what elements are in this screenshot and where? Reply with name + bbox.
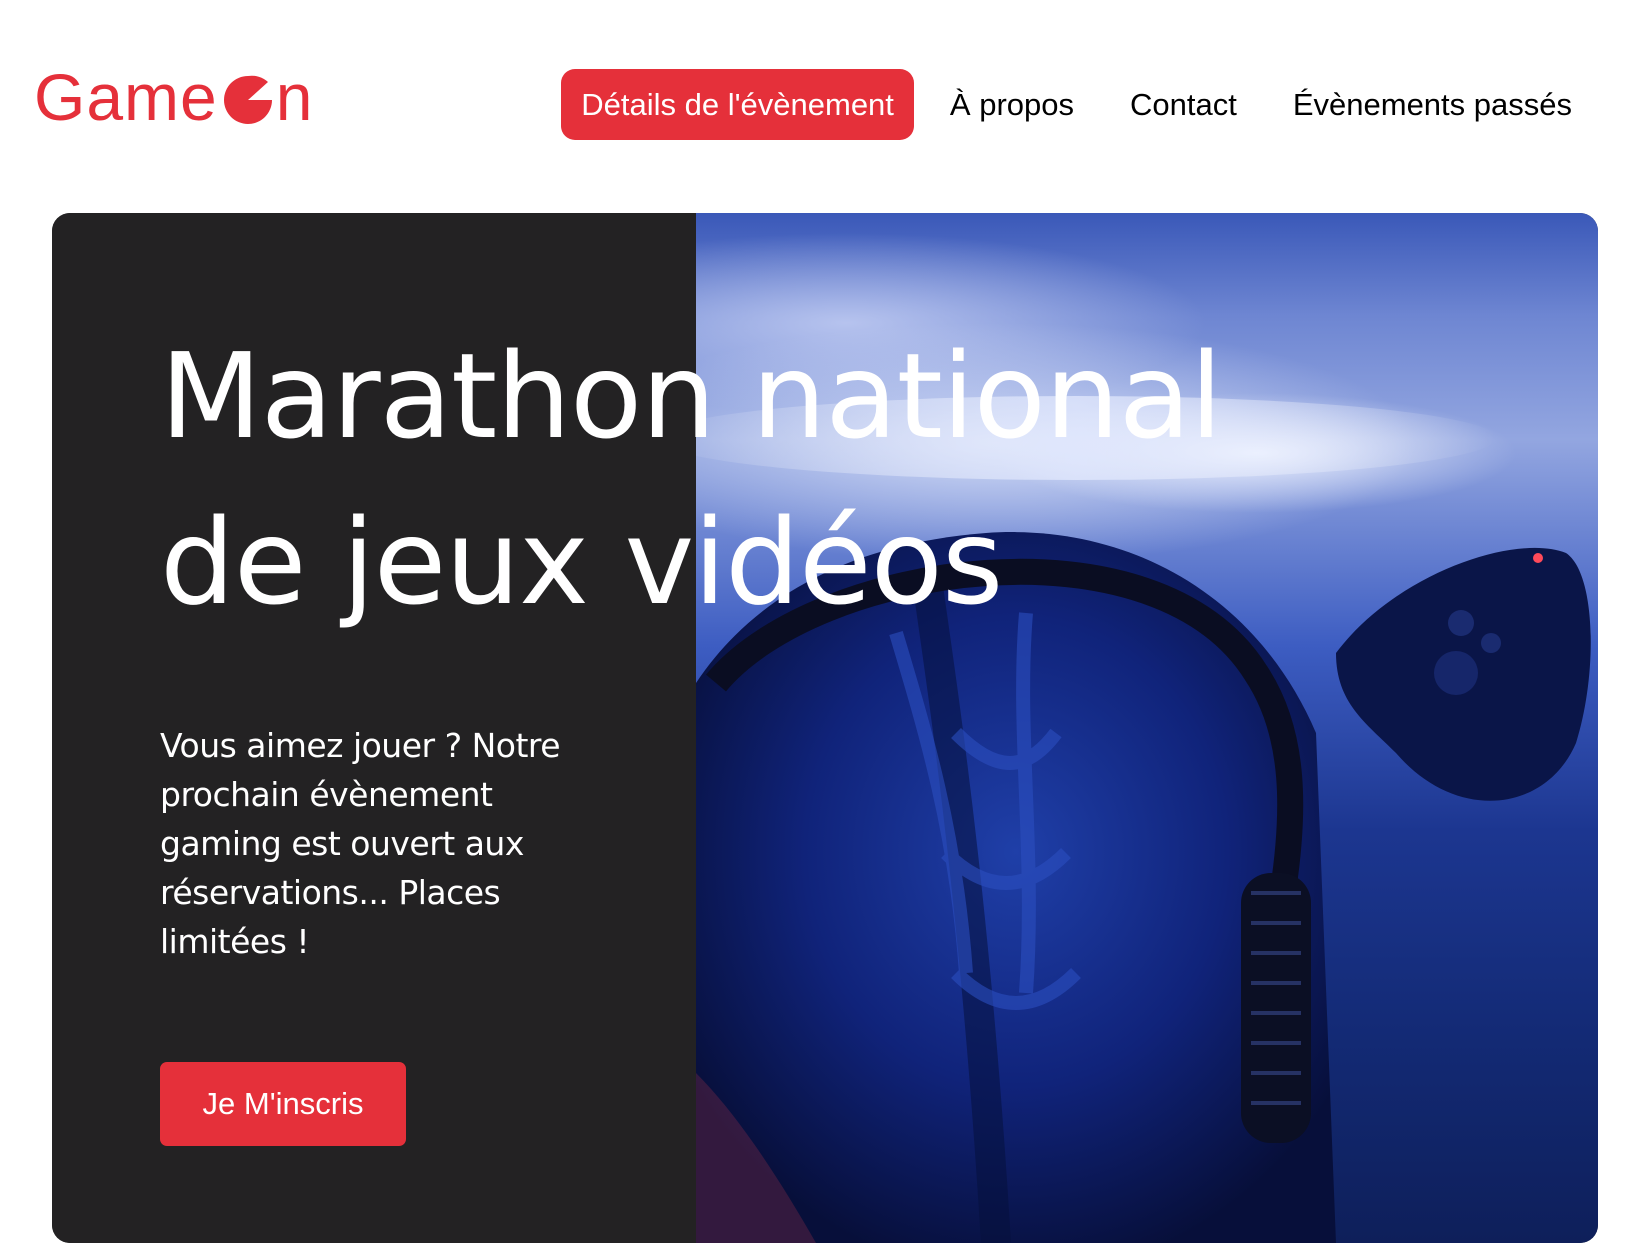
hero-section: Marathon national de jeux vidéos Vous ai… <box>52 213 1598 1243</box>
hero-title: Marathon national de jeux vidéos <box>160 327 1223 631</box>
hero-description: Vous aimez jouer ? Notre prochain évènem… <box>160 726 561 961</box>
top-navigation: Game n Détails de l'évènement À propos C… <box>0 0 1652 200</box>
main-menu: Détails de l'évènement À propos Contact … <box>545 69 1592 140</box>
nav-link-contact[interactable]: Contact <box>1110 73 1257 136</box>
logo-pac-icon <box>223 75 272 124</box>
nav-link-past-events[interactable]: Évènements passés <box>1273 73 1592 136</box>
logo-text-suffix: n <box>275 60 314 134</box>
nav-link-event-details[interactable]: Détails de l'évènement <box>561 69 914 140</box>
logo-text-prefix: Game <box>34 60 218 134</box>
gameon-logo[interactable]: Game n <box>34 64 313 130</box>
nav-link-about[interactable]: À propos <box>930 73 1094 136</box>
signup-button[interactable]: Je M'inscris <box>160 1062 406 1146</box>
